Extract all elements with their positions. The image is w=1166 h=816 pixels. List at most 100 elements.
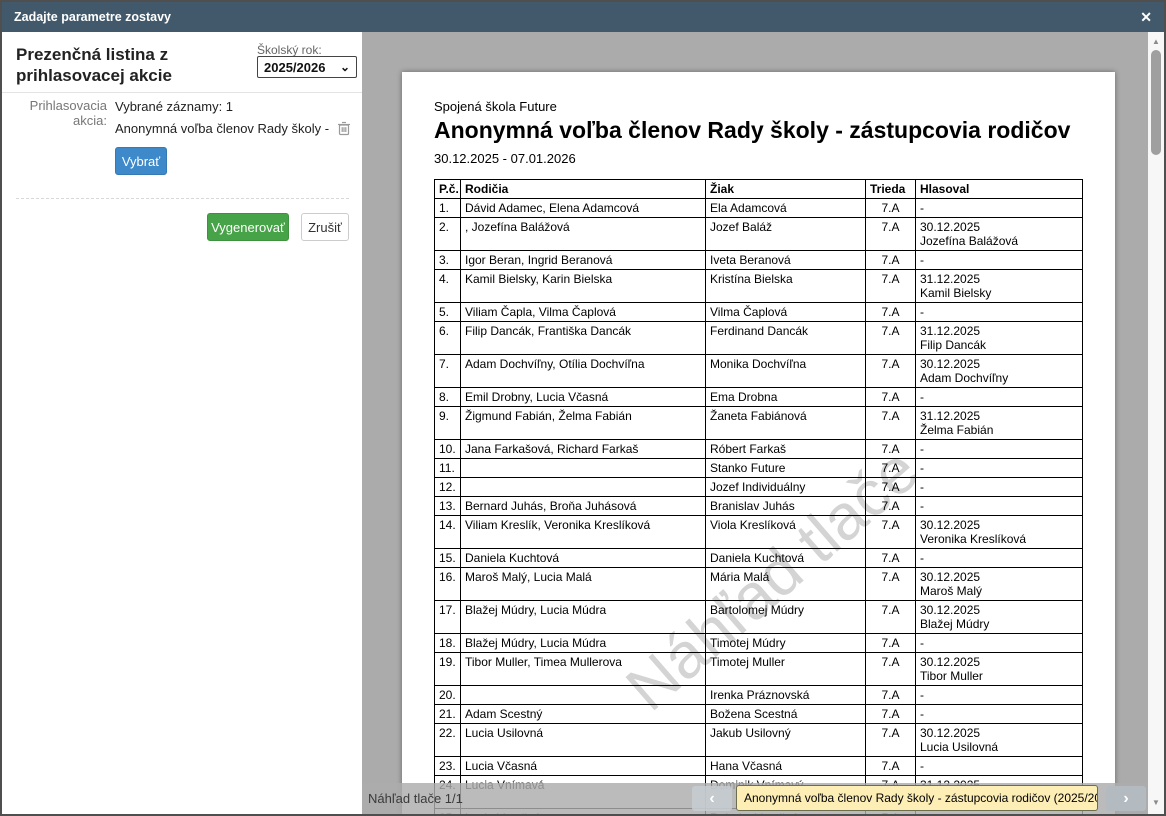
table-cell: 7.A <box>866 251 916 270</box>
generate-button[interactable]: Vygenerovať <box>207 213 289 241</box>
table-cell: Jana Farkašová, Richard Farkaš <box>461 440 706 459</box>
table-cell: Ferdinand Dancák <box>706 322 866 355</box>
table-row: 19.Tibor Muller, Timea MullerovaTimotej … <box>435 653 1083 686</box>
table-row: 11.Stanko Future7.A- <box>435 459 1083 478</box>
close-icon[interactable]: ✕ <box>1140 10 1152 24</box>
table-cell: Timotej Muller <box>706 653 866 686</box>
table-row: 5.Viliam Čapla, Vilma ČaplováVilma Čaplo… <box>435 303 1083 322</box>
table-cell: Adam Dochvíľny, Otília Dochvíľna <box>461 355 706 388</box>
table-row: 21.Adam ScestnýBožena Scestná7.A- <box>435 705 1083 724</box>
table-cell: - <box>916 549 1083 568</box>
table-cell: Jakub Usilovný <box>706 724 866 757</box>
table-cell: Adam Scestný <box>461 705 706 724</box>
table-cell: Viliam Kreslík, Veronika Kreslíková <box>461 516 706 549</box>
table-cell: Timotej Múdry <box>706 634 866 653</box>
panel-divider <box>2 92 362 93</box>
table-cell: Jozef Individuálny <box>706 478 866 497</box>
school-year-value: 2025/2026 <box>264 60 325 75</box>
table-cell: 30.12.2025 Tibor Muller <box>916 653 1083 686</box>
table-cell <box>461 686 706 705</box>
next-page-button[interactable]: › <box>1106 786 1146 811</box>
table-cell: 31.12.2025 Kamil Bielsky <box>916 270 1083 303</box>
panel-divider-dashed <box>16 198 349 199</box>
table-cell: 7.A <box>866 516 916 549</box>
table-cell: Hana Včasná <box>706 757 866 776</box>
table-cell: 30.12.2025 Adam Dochvíľny <box>916 355 1083 388</box>
column-header: P.č. <box>435 180 461 199</box>
column-header: Rodičia <box>461 180 706 199</box>
report-parameters-dialog: Zadajte parametre zostavy ✕ Prezenčná li… <box>0 0 1166 816</box>
table-cell: Stanko Future <box>706 459 866 478</box>
table-cell: Mária Malá <box>706 568 866 601</box>
table-cell: Ema Drobna <box>706 388 866 407</box>
table-cell: 7.A <box>866 497 916 516</box>
table-cell: 7.A <box>866 757 916 776</box>
selected-action-text: Anonymná voľba členov Rady školy - zást.… <box>115 121 329 136</box>
table-cell: Jozef Baláž <box>706 218 866 251</box>
table-cell: Róbert Farkaš <box>706 440 866 459</box>
table-cell: Daniela Kuchtová <box>706 549 866 568</box>
action-label: Prihlasovacia akcia: <box>10 99 107 129</box>
chevron-left-icon: ‹ <box>709 790 714 808</box>
table-cell: 30.12.2025 Lucia Usilovná <box>916 724 1083 757</box>
dialog-title: Zadajte parametre zostavy <box>14 10 171 24</box>
table-row: 10.Jana Farkašová, Richard FarkašRóbert … <box>435 440 1083 459</box>
table-cell: Branislav Juhás <box>706 497 866 516</box>
table-cell: Ela Adamcová <box>706 199 866 218</box>
parameters-panel: Prezenčná listina z prihlasovacej akcie … <box>2 32 362 814</box>
table-cell: 7.A <box>866 440 916 459</box>
table-cell: 19. <box>435 653 461 686</box>
column-header: Hlasoval <box>916 180 1083 199</box>
table-row: 23.Lucia VčasnáHana Včasná7.A- <box>435 757 1083 776</box>
document-page: Náhľad tlače Spojená škola Future Anonym… <box>402 72 1115 814</box>
table-row: 12.Jozef Individuálny7.A- <box>435 478 1083 497</box>
table-cell: 10. <box>435 440 461 459</box>
table-row: 9.Žigmund Fabián, Želma FabiánŽaneta Fab… <box>435 407 1083 440</box>
table-row: 17.Blažej Múdry, Lucia MúdraBartolomej M… <box>435 601 1083 634</box>
scroll-up-icon[interactable]: ▲ <box>1148 37 1164 46</box>
table-cell: 7.A <box>866 199 916 218</box>
document-date-range: 30.12.2025 - 07.01.2026 <box>434 151 1083 166</box>
column-header: Žiak <box>706 180 866 199</box>
table-row: 3.Igor Beran, Ingrid BeranováIveta Beran… <box>435 251 1083 270</box>
school-year-select[interactable]: 2025/2026 ⌄ <box>257 56 357 78</box>
table-cell: 7.A <box>866 705 916 724</box>
table-cell: 7.A <box>866 724 916 757</box>
table-cell: Dávid Adamec, Elena Adamcová <box>461 199 706 218</box>
table-cell: 30.12.2025 Veronika Kreslíková <box>916 516 1083 549</box>
table-cell: 30.12.2025 Blažej Múdry <box>916 601 1083 634</box>
report-select-dropdown[interactable]: Anonymná voľba členov Rady školy - zástu… <box>736 785 1098 811</box>
table-cell: 18. <box>435 634 461 653</box>
print-preview-area: Náhľad tlače Spojená škola Future Anonym… <box>362 32 1164 814</box>
table-cell: - <box>916 388 1083 407</box>
table-cell: - <box>916 478 1083 497</box>
table-cell: Žaneta Fabiánová <box>706 407 866 440</box>
table-cell: 7.A <box>866 407 916 440</box>
scroll-down-icon[interactable]: ▼ <box>1148 798 1164 807</box>
previous-page-button[interactable]: ‹ <box>692 786 732 811</box>
table-header-row: P.č.RodičiaŽiakTriedaHlasoval <box>435 180 1083 199</box>
trash-icon[interactable] <box>337 121 351 136</box>
table-cell: 14. <box>435 516 461 549</box>
table-cell: 6. <box>435 322 461 355</box>
scrollbar-thumb[interactable] <box>1151 50 1161 155</box>
table-cell: 7.A <box>866 634 916 653</box>
table-row: 2., Jozefína BalážováJozef Baláž7.A30.12… <box>435 218 1083 251</box>
chevron-right-icon: › <box>1123 790 1128 808</box>
table-cell: 8. <box>435 388 461 407</box>
school-year-label: Školský rok: <box>257 43 322 57</box>
table-cell: Božena Scestná <box>706 705 866 724</box>
table-row: 4.Kamil Bielsky, Karin BielskaKristína B… <box>435 270 1083 303</box>
table-cell: Tibor Muller, Timea Mullerova <box>461 653 706 686</box>
school-name: Spojená škola Future <box>434 99 1083 114</box>
table-cell: 11. <box>435 459 461 478</box>
chevron-down-icon: ⌄ <box>340 60 350 74</box>
table-cell: 23. <box>435 757 461 776</box>
choose-button[interactable]: Vybrať <box>115 147 167 175</box>
cancel-button[interactable]: Zrušiť <box>301 213 349 241</box>
table-cell <box>461 478 706 497</box>
table-cell: Bernard Juhás, Broňa Juhásová <box>461 497 706 516</box>
vertical-scrollbar[interactable]: ▲ ▼ <box>1148 32 1164 814</box>
table-cell: 30.12.2025 Maroš Malý <box>916 568 1083 601</box>
table-cell: 31.12.2025 Filip Dancák <box>916 322 1083 355</box>
